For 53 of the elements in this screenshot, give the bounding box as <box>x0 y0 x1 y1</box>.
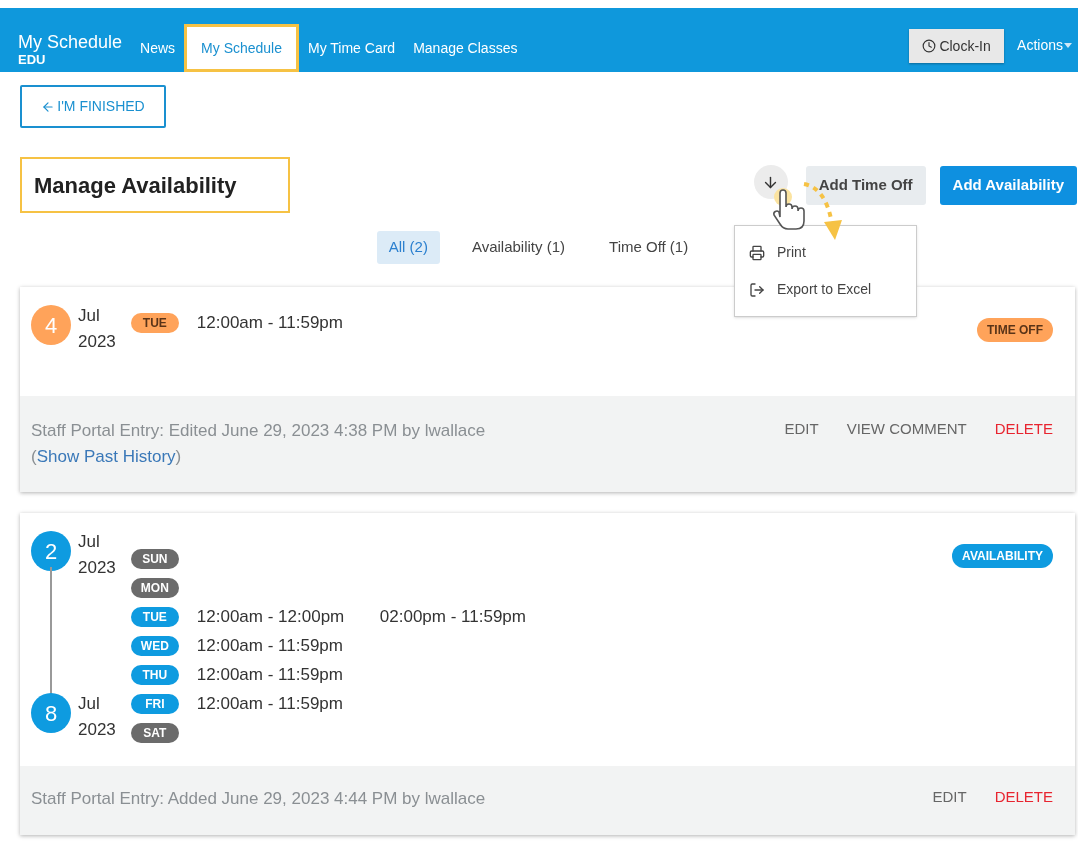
nav-tab[interactable]: My Time Card <box>299 24 405 72</box>
filter-tab[interactable]: All (2) <box>376 231 440 264</box>
caret-icon <box>1064 43 1072 48</box>
actions-menu[interactable]: Actions <box>1017 35 1072 56</box>
entry-note: Staff Portal Entry: Edited June 29, 2023 4:38 PM by lwallace (Show Past History) <box>31 420 487 468</box>
action-link[interactable]: VIEW COMMENT <box>846 418 967 441</box>
day-tag: FRI <box>130 694 179 714</box>
toolbar-button[interactable]: Add Time Off <box>805 165 926 205</box>
time-range: 12:00am - 11:59pm <box>196 312 344 335</box>
clock-icon <box>922 39 937 53</box>
time-range: 12:00am - 11:59pm <box>196 635 344 658</box>
nav-tab[interactable]: Manage Classes <box>404 24 527 72</box>
action-link[interactable]: DELETE <box>994 418 1053 441</box>
filter-tab[interactable]: Availability (1) <box>459 231 578 264</box>
menu-item[interactable]: Export to Excel <box>735 271 916 308</box>
day-tag: TUE <box>130 607 179 627</box>
date-year: 2023 <box>78 719 116 741</box>
date-year: 2023 <box>78 331 116 353</box>
day-tag: THU <box>130 665 179 685</box>
back-button[interactable]: I'M FINISHED <box>20 85 166 128</box>
clock-in-button[interactable]: Clock-In <box>909 29 1005 63</box>
action-link[interactable]: DELETE <box>994 786 1053 809</box>
toolbar-button[interactable]: Add Availability <box>939 165 1077 205</box>
nav-tab[interactable]: My Schedule <box>184 24 299 72</box>
day-tag: WED <box>130 636 179 656</box>
day-tag: SAT <box>130 723 179 743</box>
history-link[interactable]: Show Past History <box>36 447 176 466</box>
entry-note: Staff Portal Entry: Added June 29, 2023 4:44 PM by lwallace <box>31 788 487 810</box>
action-link[interactable]: EDIT <box>784 418 819 441</box>
date-year: 2023 <box>78 557 116 579</box>
time-range: 12:00am - 11:59pm <box>196 664 344 687</box>
day-tag: MON <box>130 578 179 598</box>
filter-tab[interactable]: Time Off (1) <box>597 231 701 264</box>
day-tag: TUE <box>130 313 179 333</box>
time-range: 12:00am - 12:00pm <box>196 606 346 629</box>
nav-tab[interactable]: News <box>131 24 185 72</box>
page-title: Manage Availability <box>20 157 290 213</box>
time-range: 02:00pm - 11:59pm <box>379 606 527 629</box>
status-tag: AVAILABILITY <box>952 544 1053 568</box>
status-tag: TIME OFF <box>977 318 1053 342</box>
download-button[interactable] <box>753 165 788 199</box>
menu-item[interactable]: Print <box>735 234 916 271</box>
date-month: Jul <box>78 531 101 553</box>
day-tag: SUN <box>130 549 179 569</box>
date-month: Jul <box>78 693 101 715</box>
export-icon <box>749 281 765 298</box>
time-range: 12:00am - 11:59pm <box>196 693 344 716</box>
app-title: My Schedule <box>18 33 123 51</box>
date-month: Jul <box>78 305 101 327</box>
app-subtitle: EDU <box>18 53 47 66</box>
action-link[interactable]: EDIT <box>932 786 967 809</box>
arrow-left-icon <box>41 99 56 114</box>
printer-icon <box>749 244 765 261</box>
